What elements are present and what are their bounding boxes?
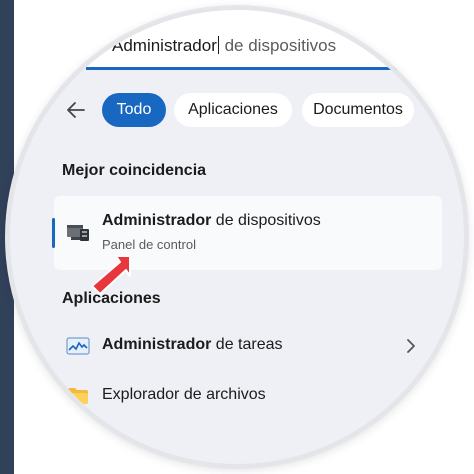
best-match-title-bold: Administrador	[102, 212, 212, 229]
app-result-label: Administrador de tareas	[102, 336, 283, 354]
folder-icon	[68, 388, 88, 404]
app-result-label-bold: Administrador	[102, 336, 212, 353]
task-manager-icon	[66, 337, 90, 355]
magnifier-view: Administrador de dispositivos Todo Aplic…	[6, 6, 468, 468]
section-title-settings: ación	[76, 436, 118, 453]
search-input[interactable]: Administrador de dispositivos	[112, 36, 336, 56]
device-manager-icon	[67, 225, 89, 241]
best-match-title: Administrador de dispositivos	[102, 212, 321, 230]
filter-chip-aplicaciones[interactable]: Aplicaciones	[174, 93, 292, 127]
text-caret	[217, 36, 219, 54]
app-result-file-explorer[interactable]: Explorador de archivos	[54, 374, 442, 418]
filter-chip-documentos[interactable]: Documentos	[302, 93, 414, 127]
chevron-right-icon[interactable]	[404, 338, 418, 354]
filter-chip-todo[interactable]: Todo	[102, 93, 166, 127]
best-match-title-rest: de dispositivos	[211, 212, 321, 229]
app-result-task-manager[interactable]: Administrador de tareas	[54, 324, 442, 368]
section-title-apps: Aplicaciones	[62, 290, 161, 307]
best-match-subtitle: Panel de control	[102, 237, 196, 252]
search-query-highlight: Administrador	[112, 36, 217, 55]
search-query-suggestion: de dispositivos	[219, 36, 337, 55]
selection-indicator	[52, 218, 55, 248]
chevron-right-icon[interactable]	[404, 388, 418, 404]
app-result-label-rest: Explorador de archivos	[102, 386, 266, 403]
search-box[interactable]: Administrador de dispositivos	[86, 6, 446, 70]
back-arrow-icon[interactable]	[64, 98, 88, 122]
section-title-best-match: Mejor coincidencia	[62, 162, 207, 179]
app-result-label-rest: de tareas	[211, 336, 283, 353]
app-result-label: Explorador de archivos	[102, 386, 266, 404]
